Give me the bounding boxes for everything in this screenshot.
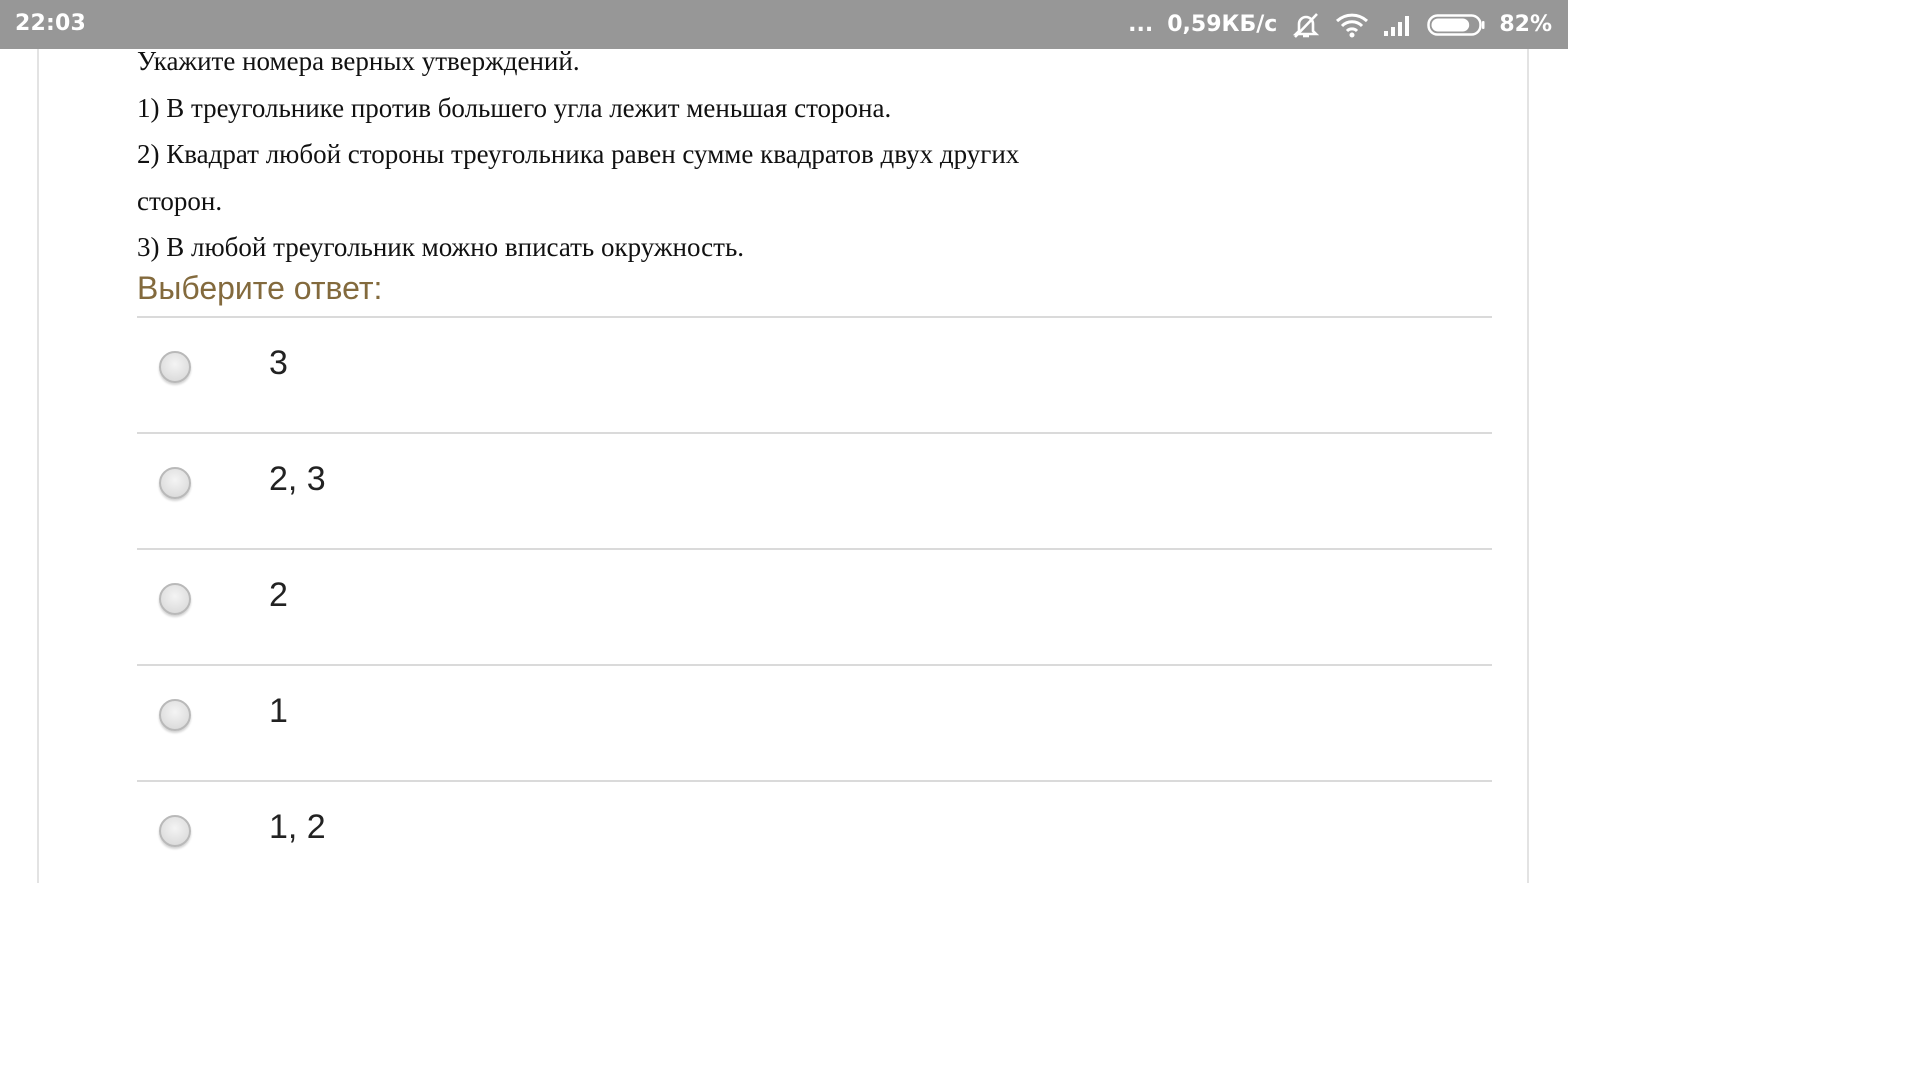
battery-icon	[1427, 13, 1485, 37]
answer-label[interactable]: 2	[269, 576, 288, 615]
radio-button[interactable]	[159, 583, 191, 615]
question-line: сторон.	[137, 185, 223, 216]
cellular-signal-icon	[1383, 13, 1413, 37]
answer-label[interactable]: 2, 3	[269, 460, 326, 499]
answer-list: 3 2, 3 2 1 1, 2	[137, 316, 1492, 896]
question-line: 3) В любой треугольник можно вписать окр…	[137, 232, 745, 262]
answer-option[interactable]: 2	[137, 550, 1492, 666]
answer-option[interactable]: 2, 3	[137, 434, 1492, 550]
battery-percent: 82%	[1499, 12, 1552, 37]
radio-button[interactable]	[159, 467, 191, 499]
question-text: Укажите номера верных утверждений. 1) В …	[137, 38, 1137, 271]
status-time: 22:03	[15, 11, 87, 36]
answer-option[interactable]: 1	[137, 666, 1492, 782]
answer-option[interactable]: 3	[137, 318, 1492, 434]
radio-button[interactable]	[159, 699, 191, 731]
wifi-icon	[1335, 12, 1369, 38]
network-speed: 0,59КБ/с	[1167, 12, 1278, 37]
answer-label[interactable]: 3	[269, 344, 288, 383]
question-line: 1) В треугольнике против большего угла л…	[137, 92, 892, 123]
more-dots-icon: ...	[1128, 12, 1154, 37]
answer-label[interactable]: 1	[269, 692, 288, 731]
status-bar: 22:03 ... 0,59КБ/с 82%	[0, 0, 1568, 49]
answer-prompt: Выберите ответ:	[137, 270, 383, 306]
radio-button[interactable]	[159, 815, 191, 847]
answer-label[interactable]: 1, 2	[269, 808, 326, 847]
question-line: 2) Квадрат любой стороны треугольника ра…	[137, 139, 1020, 169]
status-indicators: ... 0,59КБ/с 82%	[1128, 0, 1552, 49]
radio-button[interactable]	[159, 351, 191, 383]
answer-option[interactable]: 1, 2	[137, 782, 1492, 896]
notifications-off-icon	[1291, 11, 1321, 39]
